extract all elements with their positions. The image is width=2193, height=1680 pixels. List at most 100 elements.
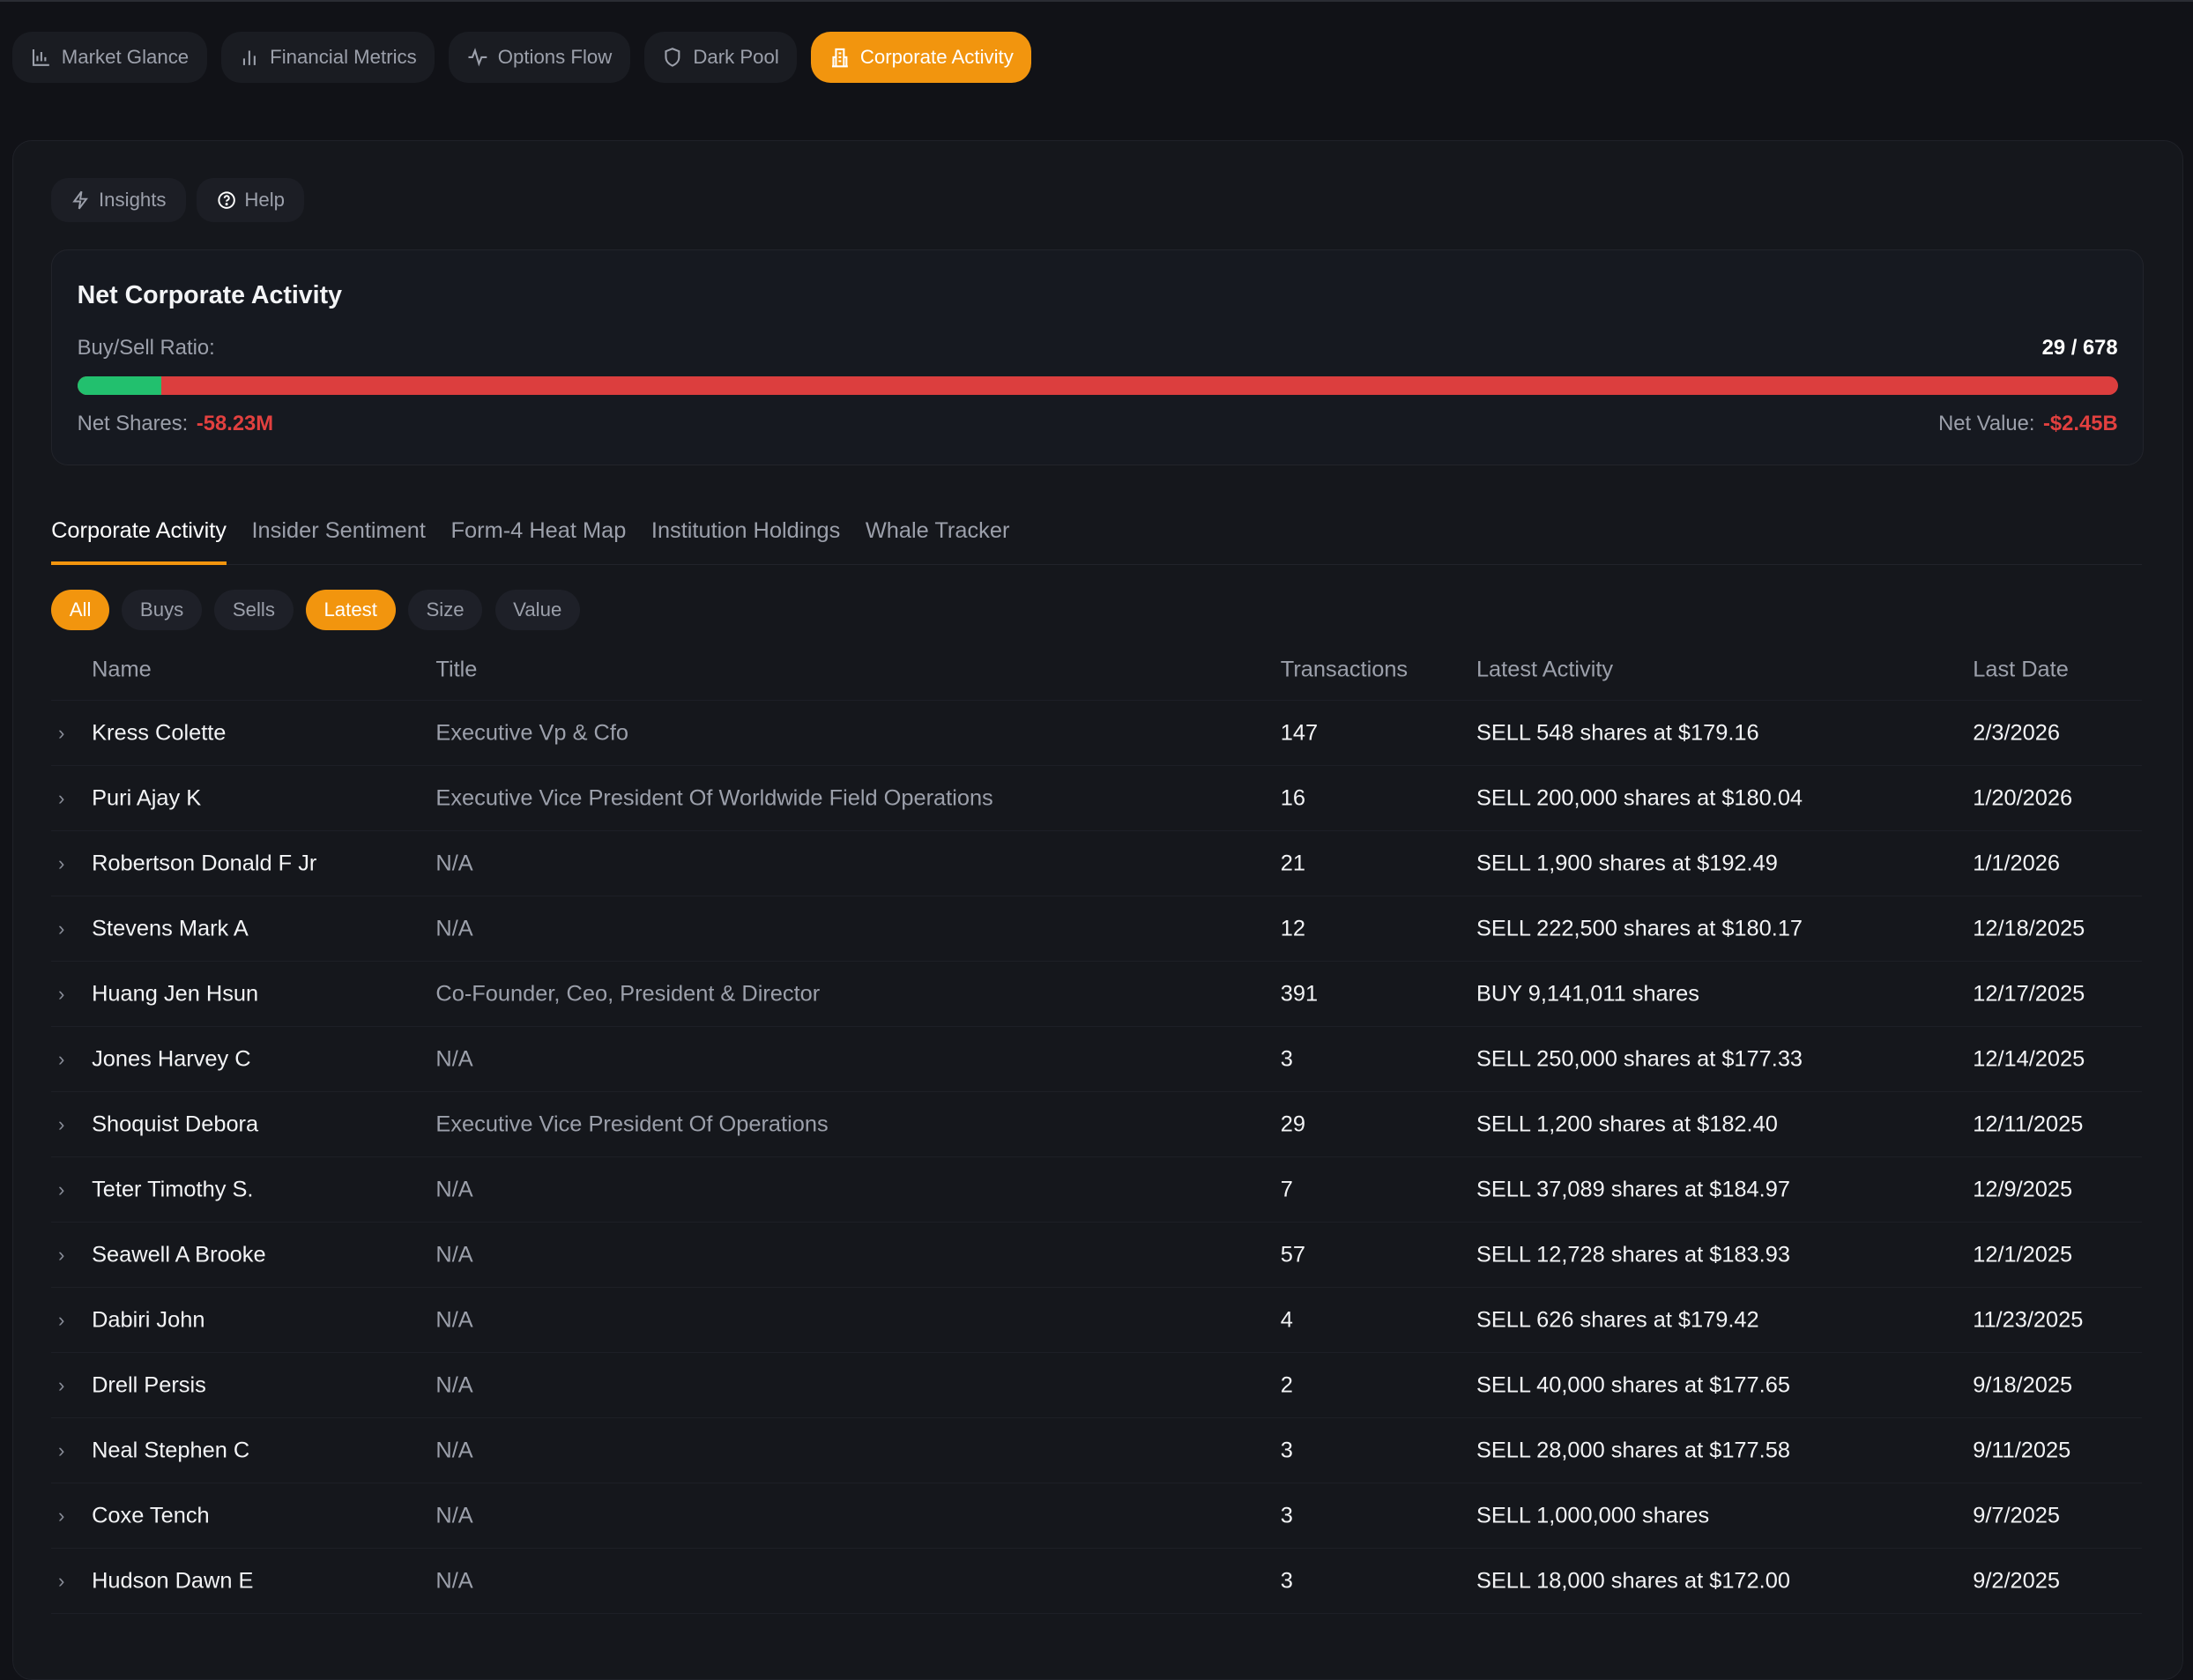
chevron-right-icon[interactable]: › bbox=[58, 1244, 64, 1267]
col-last-date[interactable]: Last Date bbox=[1973, 658, 2069, 683]
title-cell: N/A bbox=[435, 851, 472, 876]
bar-chart-icon bbox=[31, 47, 52, 68]
buy-portion bbox=[78, 376, 161, 395]
table-row[interactable]: ›Stevens Mark AN/A12SELL 222,500 shares … bbox=[51, 896, 2142, 962]
title-cell: N/A bbox=[435, 1242, 472, 1267]
chevron-right-icon[interactable]: › bbox=[58, 918, 64, 940]
last-date-cell: 9/11/2025 bbox=[1973, 1438, 2070, 1463]
ratio-label: Buy/Sell Ratio: bbox=[78, 336, 215, 361]
metrics-icon bbox=[239, 47, 260, 68]
net-shares-value: -58.23M bbox=[197, 412, 273, 435]
chevron-right-icon[interactable]: › bbox=[58, 787, 64, 810]
filter-all[interactable]: All bbox=[51, 590, 109, 630]
tab-label: Financial Metrics bbox=[270, 46, 417, 69]
subtab-insider-sentiment[interactable]: Insider Sentiment bbox=[252, 518, 426, 561]
insights-button[interactable]: Insights bbox=[51, 178, 186, 221]
name-cell: Teter Timothy S. bbox=[92, 1177, 253, 1202]
chevron-right-icon[interactable]: › bbox=[58, 983, 64, 1006]
last-date-cell: 9/7/2025 bbox=[1973, 1503, 2060, 1528]
transactions-cell: 2 bbox=[1281, 1372, 1293, 1398]
chevron-right-icon[interactable]: › bbox=[58, 1570, 64, 1593]
top-border bbox=[0, 0, 2193, 2]
table-row[interactable]: ›Shoquist DeboraExecutive Vice President… bbox=[51, 1092, 2142, 1157]
card-title: Net Corporate Activity bbox=[78, 281, 342, 310]
last-date-cell: 11/23/2025 bbox=[1973, 1307, 2083, 1333]
latest-activity-cell: BUY 9,141,011 shares bbox=[1476, 981, 1699, 1007]
tab-dark-pool[interactable]: Dark Pool bbox=[644, 32, 798, 82]
chevron-right-icon[interactable]: › bbox=[58, 1048, 64, 1071]
col-transactions[interactable]: Transactions bbox=[1281, 658, 1408, 683]
latest-activity-cell: SELL 37,089 shares at $184.97 bbox=[1476, 1177, 1790, 1202]
chevron-right-icon[interactable]: › bbox=[58, 852, 64, 875]
title-cell: N/A bbox=[435, 1307, 472, 1333]
tab-market-glance[interactable]: Market Glance bbox=[12, 32, 207, 82]
title-cell: N/A bbox=[435, 1438, 472, 1463]
chevron-right-icon[interactable]: › bbox=[58, 1178, 64, 1201]
net-shares: Net Shares:-58.23M bbox=[78, 412, 273, 436]
subtab-institution-holdings[interactable]: Institution Holdings bbox=[651, 518, 840, 561]
chevron-right-icon[interactable]: › bbox=[58, 1439, 64, 1462]
latest-activity-cell: SELL 200,000 shares at $180.04 bbox=[1476, 785, 1803, 811]
filter-latest[interactable]: Latest bbox=[306, 590, 396, 630]
table-row[interactable]: ›Neal Stephen CN/A3SELL 28,000 shares at… bbox=[51, 1418, 2142, 1483]
name-cell: Coxe Tench bbox=[92, 1503, 210, 1528]
col-title[interactable]: Title bbox=[435, 658, 477, 683]
title-cell: N/A bbox=[435, 1568, 472, 1594]
latest-activity-cell: SELL 222,500 shares at $180.17 bbox=[1476, 916, 1803, 941]
shield-icon bbox=[662, 47, 683, 68]
filter-size[interactable]: Size bbox=[408, 590, 482, 630]
table-row[interactable]: ›Kress ColetteExecutive Vp & Cfo147SELL … bbox=[51, 701, 2142, 766]
tab-financial-metrics[interactable]: Financial Metrics bbox=[221, 32, 435, 82]
latest-activity-cell: SELL 626 shares at $179.42 bbox=[1476, 1307, 1759, 1333]
tab-options-flow[interactable]: Options Flow bbox=[449, 32, 630, 82]
table-row[interactable]: ›Seawell A BrookeN/A57SELL 12,728 shares… bbox=[51, 1223, 2142, 1288]
name-cell: Dabiri John bbox=[92, 1307, 204, 1333]
filter-value[interactable]: Value bbox=[495, 590, 580, 630]
subtab-corporate-activity[interactable]: Corporate Activity bbox=[51, 518, 227, 565]
table-row[interactable]: ›Coxe TenchN/A3SELL 1,000,000 shares9/7/… bbox=[51, 1483, 2142, 1549]
chevron-right-icon[interactable]: › bbox=[58, 1309, 64, 1332]
table-row[interactable]: ›Puri Ajay KExecutive Vice President Of … bbox=[51, 766, 2142, 831]
subtab-form4-heat-map[interactable]: Form-4 Heat Map bbox=[451, 518, 627, 561]
transactions-cell: 3 bbox=[1281, 1568, 1293, 1594]
table-row[interactable]: ›Jones Harvey CN/A3SELL 250,000 shares a… bbox=[51, 1027, 2142, 1092]
col-latest-activity[interactable]: Latest Activity bbox=[1476, 658, 1613, 683]
latest-activity-cell: SELL 1,200 shares at $182.40 bbox=[1476, 1111, 1778, 1137]
filter-buys[interactable]: Buys bbox=[122, 590, 202, 630]
chevron-right-icon[interactable]: › bbox=[58, 1374, 64, 1397]
table-row[interactable]: ›Robertson Donald F JrN/A21SELL 1,900 sh… bbox=[51, 831, 2142, 896]
latest-activity-cell: SELL 1,900 shares at $192.49 bbox=[1476, 851, 1778, 876]
transactions-cell: 12 bbox=[1281, 916, 1305, 941]
subtab-whale-tracker[interactable]: Whale Tracker bbox=[866, 518, 1010, 561]
last-date-cell: 2/3/2026 bbox=[1973, 720, 2060, 746]
filter-sells[interactable]: Sells bbox=[214, 590, 293, 630]
ratio-value: 29 / 678 bbox=[2042, 336, 2118, 361]
content-panel: Insights Help Net Corporate Activity Buy… bbox=[12, 140, 2183, 1680]
transactions-cell: 4 bbox=[1281, 1307, 1293, 1333]
name-cell: Huang Jen Hsun bbox=[92, 981, 258, 1007]
last-date-cell: 12/11/2025 bbox=[1973, 1111, 2083, 1137]
net-value-label: Net Value: bbox=[1938, 412, 2034, 435]
tab-corporate-activity[interactable]: Corporate Activity bbox=[811, 32, 1031, 82]
transactions-cell: 29 bbox=[1281, 1111, 1305, 1137]
name-cell: Puri Ajay K bbox=[92, 785, 201, 811]
title-cell: Co-Founder, Ceo, President & Director bbox=[435, 981, 820, 1007]
chevron-right-icon[interactable]: › bbox=[58, 1505, 64, 1528]
transactions-cell: 391 bbox=[1281, 981, 1318, 1007]
tab-label: Dark Pool bbox=[693, 46, 779, 69]
table-row[interactable]: ›Drell PersisN/A2SELL 40,000 shares at $… bbox=[51, 1353, 2142, 1418]
title-cell: Executive Vp & Cfo bbox=[435, 720, 628, 746]
table-row[interactable]: › Dabiri John N/A 4 SELL 626 shares at $179.… bbox=[51, 1288, 2142, 1353]
table-row[interactable]: › Huang Jen Hsun Co-Founder, Ceo, Presiden… bbox=[51, 962, 2142, 1027]
col-name[interactable]: Name bbox=[92, 658, 152, 683]
chevron-right-icon[interactable]: › bbox=[58, 722, 64, 745]
name-cell: Seawell A Brooke bbox=[92, 1242, 266, 1267]
latest-activity-cell: SELL 18,000 shares at $172.00 bbox=[1476, 1568, 1790, 1594]
activity-icon bbox=[467, 47, 488, 68]
last-date-cell: 9/18/2025 bbox=[1973, 1372, 2072, 1398]
transactions-cell: 3 bbox=[1281, 1503, 1293, 1528]
chevron-right-icon[interactable]: › bbox=[58, 1113, 64, 1136]
help-button[interactable]: Help bbox=[197, 178, 304, 221]
table-row[interactable]: ›Teter Timothy S.N/A7SELL 37,089 shares … bbox=[51, 1157, 2142, 1223]
name-cell: Robertson Donald F Jr bbox=[92, 851, 316, 876]
